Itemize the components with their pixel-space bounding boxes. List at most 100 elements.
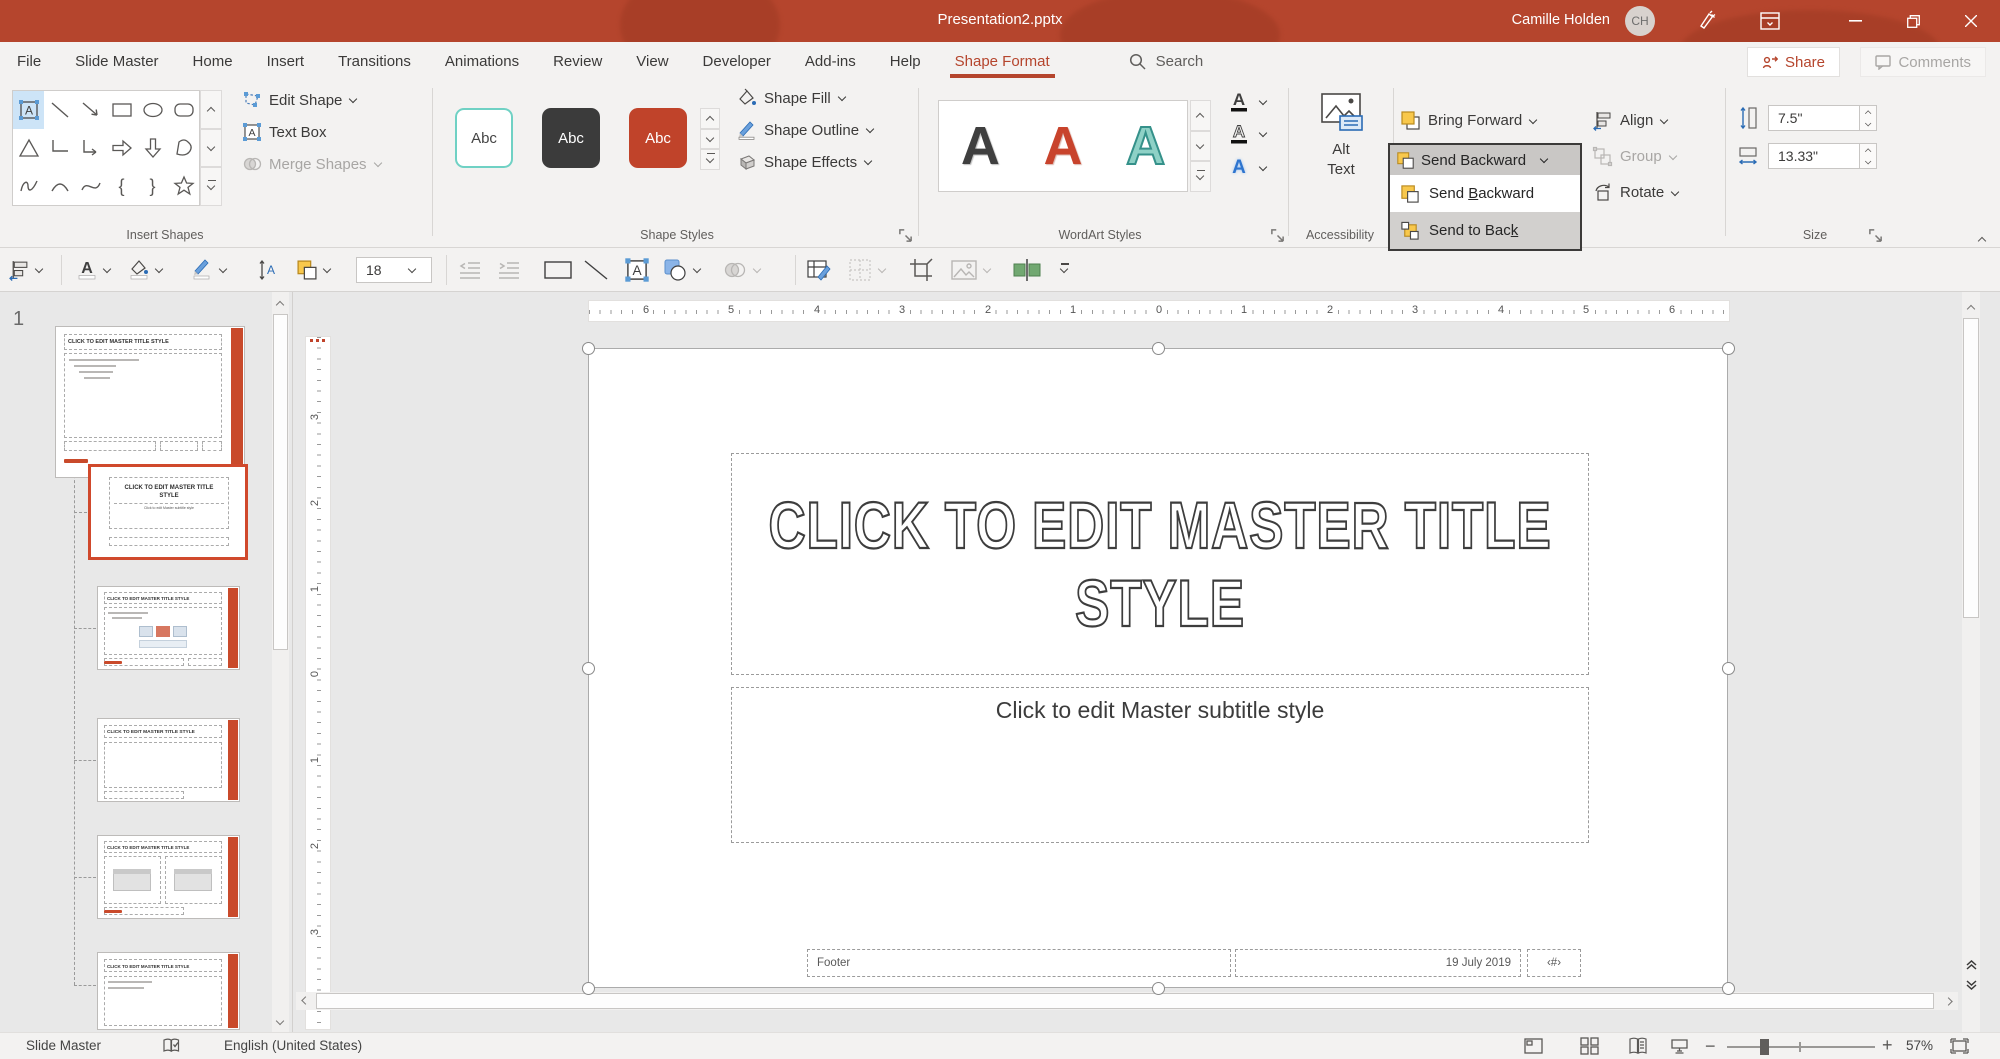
wordart-more-button[interactable] <box>1190 161 1211 192</box>
height-down-button[interactable] <box>1860 118 1876 130</box>
height-up-button[interactable] <box>1860 106 1876 118</box>
tab-add-ins[interactable]: Add-ins <box>788 42 873 80</box>
spell-check-icon[interactable] <box>162 1037 181 1055</box>
normal-view-button[interactable] <box>1524 1037 1543 1055</box>
right-arrow-shape-icon[interactable] <box>106 129 137 167</box>
footer-placeholder[interactable]: Footer <box>807 949 1231 977</box>
text-box-shape-icon[interactable]: A <box>13 91 44 129</box>
close-button[interactable] <box>1942 0 2000 42</box>
tab-transitions[interactable]: Transitions <box>321 42 428 80</box>
table-borders-button[interactable] <box>847 248 887 292</box>
merge-shapes-button-small[interactable] <box>722 248 762 292</box>
rounded-rectangle-shape-icon[interactable] <box>168 91 199 129</box>
resize-handle-middle-right[interactable] <box>1722 662 1735 675</box>
restore-button[interactable] <box>1884 0 1942 42</box>
tab-insert[interactable]: Insert <box>250 42 322 80</box>
style-more-button[interactable] <box>700 149 720 170</box>
shape-styles-dialog-launcher[interactable] <box>898 228 913 243</box>
zoom-slider-track[interactable] <box>1727 1046 1875 1048</box>
wordart-style-2[interactable]: A <box>1043 119 1082 173</box>
language-indicator[interactable]: English (United States) <box>224 1038 362 1053</box>
shape-fill-button[interactable]: Shape Fill <box>737 88 847 108</box>
zoom-out-button[interactable]: − <box>1705 1039 1716 1053</box>
line-tool-button[interactable] <box>582 248 610 292</box>
line-shape-icon[interactable] <box>44 91 75 129</box>
scroll-up-button[interactable] <box>1962 298 1980 315</box>
zoom-slider-thumb[interactable] <box>1760 1039 1769 1055</box>
next-slide-button[interactable] <box>1962 976 1980 994</box>
group-button[interactable]: Group <box>1592 146 1678 167</box>
menu-item-send-backward[interactable]: Send Backward <box>1390 175 1580 212</box>
alt-text-button[interactable]: AltText <box>1300 92 1382 181</box>
rectangle-shape-icon[interactable] <box>106 91 137 129</box>
view-name[interactable]: Slide Master <box>26 1038 101 1053</box>
vertical-scrollbar-thumb[interactable] <box>1963 318 1979 618</box>
toolbar-overflow-button[interactable] <box>1060 248 1069 292</box>
share-button[interactable]: Share <box>1747 47 1840 77</box>
scribble-shape-icon[interactable] <box>13 167 44 205</box>
edit-shape-button[interactable]: Edit Shape <box>242 90 358 110</box>
slideshow-view-button[interactable] <box>1670 1037 1689 1055</box>
thumbnail-content-layout[interactable]: CLICK TO EDIT MASTER TITLE STYLE <box>97 586 240 670</box>
tab-shape-format[interactable]: Shape Format <box>938 42 1067 80</box>
style-scroll-down-button[interactable] <box>700 129 720 150</box>
text-outline-button[interactable]: A <box>1228 122 1268 146</box>
previous-slide-button[interactable] <box>1962 956 1980 974</box>
shape-style-swatch-1[interactable]: Abc <box>455 108 513 168</box>
freeform-shape-icon[interactable] <box>168 129 199 167</box>
gallery-scroll-up-button[interactable] <box>200 90 222 129</box>
arrange-button[interactable] <box>296 248 332 292</box>
resize-handle-bottom-right[interactable] <box>1722 982 1735 995</box>
star-shape-icon[interactable] <box>168 167 199 205</box>
arc-shape-icon[interactable] <box>44 167 75 205</box>
slide-canvas[interactable]: CLICK TO EDIT MASTER TITLE STYLE Click t… <box>588 348 1728 988</box>
width-up-button[interactable] <box>1860 144 1876 156</box>
collapse-ribbon-button[interactable] <box>1978 230 1987 246</box>
rotate-button[interactable]: Rotate <box>1592 182 1680 203</box>
thumbnail-slide-master[interactable]: CLICK TO EDIT MASTER TITLE STYLE <box>55 326 245 478</box>
horizontal-ruler[interactable]: 6 5 4 3 2 1 0 1 2 3 4 5 6 <box>588 300 1730 322</box>
insert-shape-button[interactable] <box>662 248 702 292</box>
tab-home[interactable]: Home <box>176 42 250 80</box>
font-color-button[interactable]: A <box>76 248 112 292</box>
text-direction-button[interactable]: A <box>256 248 280 292</box>
zoom-level[interactable]: 57% <box>1906 1038 1933 1053</box>
size-dialog-launcher[interactable] <box>1868 228 1883 243</box>
zoom-in-button[interactable]: + <box>1882 1038 1893 1052</box>
align-distribute-button[interactable] <box>1012 248 1042 292</box>
shape-outline-button[interactable]: Shape Outline <box>737 120 875 140</box>
ribbon-display-options-icon[interactable] <box>1748 8 1792 34</box>
text-effects-button[interactable]: A <box>1228 156 1268 180</box>
text-box-button[interactable]: A Text Box <box>242 122 327 142</box>
title-placeholder[interactable]: CLICK TO EDIT MASTER TITLE STYLE <box>731 453 1589 675</box>
resize-handle-middle-left[interactable] <box>582 662 595 675</box>
curve-shape-icon[interactable] <box>75 167 106 205</box>
wordart-scroll-up-button[interactable] <box>1190 100 1211 131</box>
shape-style-swatch-2[interactable]: Abc <box>542 108 600 168</box>
width-down-button[interactable] <box>1860 156 1876 168</box>
search-box[interactable]: Search <box>1129 53 1204 70</box>
increase-list-level-button[interactable] <box>497 248 521 292</box>
oval-shape-icon[interactable] <box>137 91 168 129</box>
resize-handle-top-center[interactable] <box>1152 342 1165 355</box>
draw-table-button[interactable] <box>806 248 832 292</box>
avatar[interactable]: CH <box>1625 6 1655 36</box>
slide-sorter-view-button[interactable] <box>1580 1037 1599 1055</box>
merge-shapes-button[interactable]: Merge Shapes <box>242 154 383 174</box>
style-scroll-up-button[interactable] <box>700 108 720 129</box>
wordart-style-3[interactable]: A <box>1126 119 1165 173</box>
menu-item-send-to-back[interactable]: Send to Back <box>1390 212 1580 249</box>
font-size-combobox[interactable]: 18 <box>356 257 432 283</box>
down-arrow-shape-icon[interactable] <box>137 129 168 167</box>
wordart-dialog-launcher[interactable] <box>1270 228 1285 243</box>
shape-height-field[interactable]: 7.5" <box>1768 105 1860 131</box>
horizontal-scrollbar-thumb[interactable] <box>316 993 1934 1009</box>
arrow-shape-icon[interactable] <box>75 91 106 129</box>
resize-handle-top-left[interactable] <box>582 342 595 355</box>
tab-animations[interactable]: Animations <box>428 42 536 80</box>
decrease-list-level-button[interactable] <box>458 248 482 292</box>
text-box-tool-button[interactable]: A <box>624 248 650 292</box>
comments-button[interactable]: Comments <box>1860 47 1986 77</box>
minimize-button[interactable] <box>1826 0 1884 42</box>
gallery-scroll-down-button[interactable] <box>200 129 222 168</box>
